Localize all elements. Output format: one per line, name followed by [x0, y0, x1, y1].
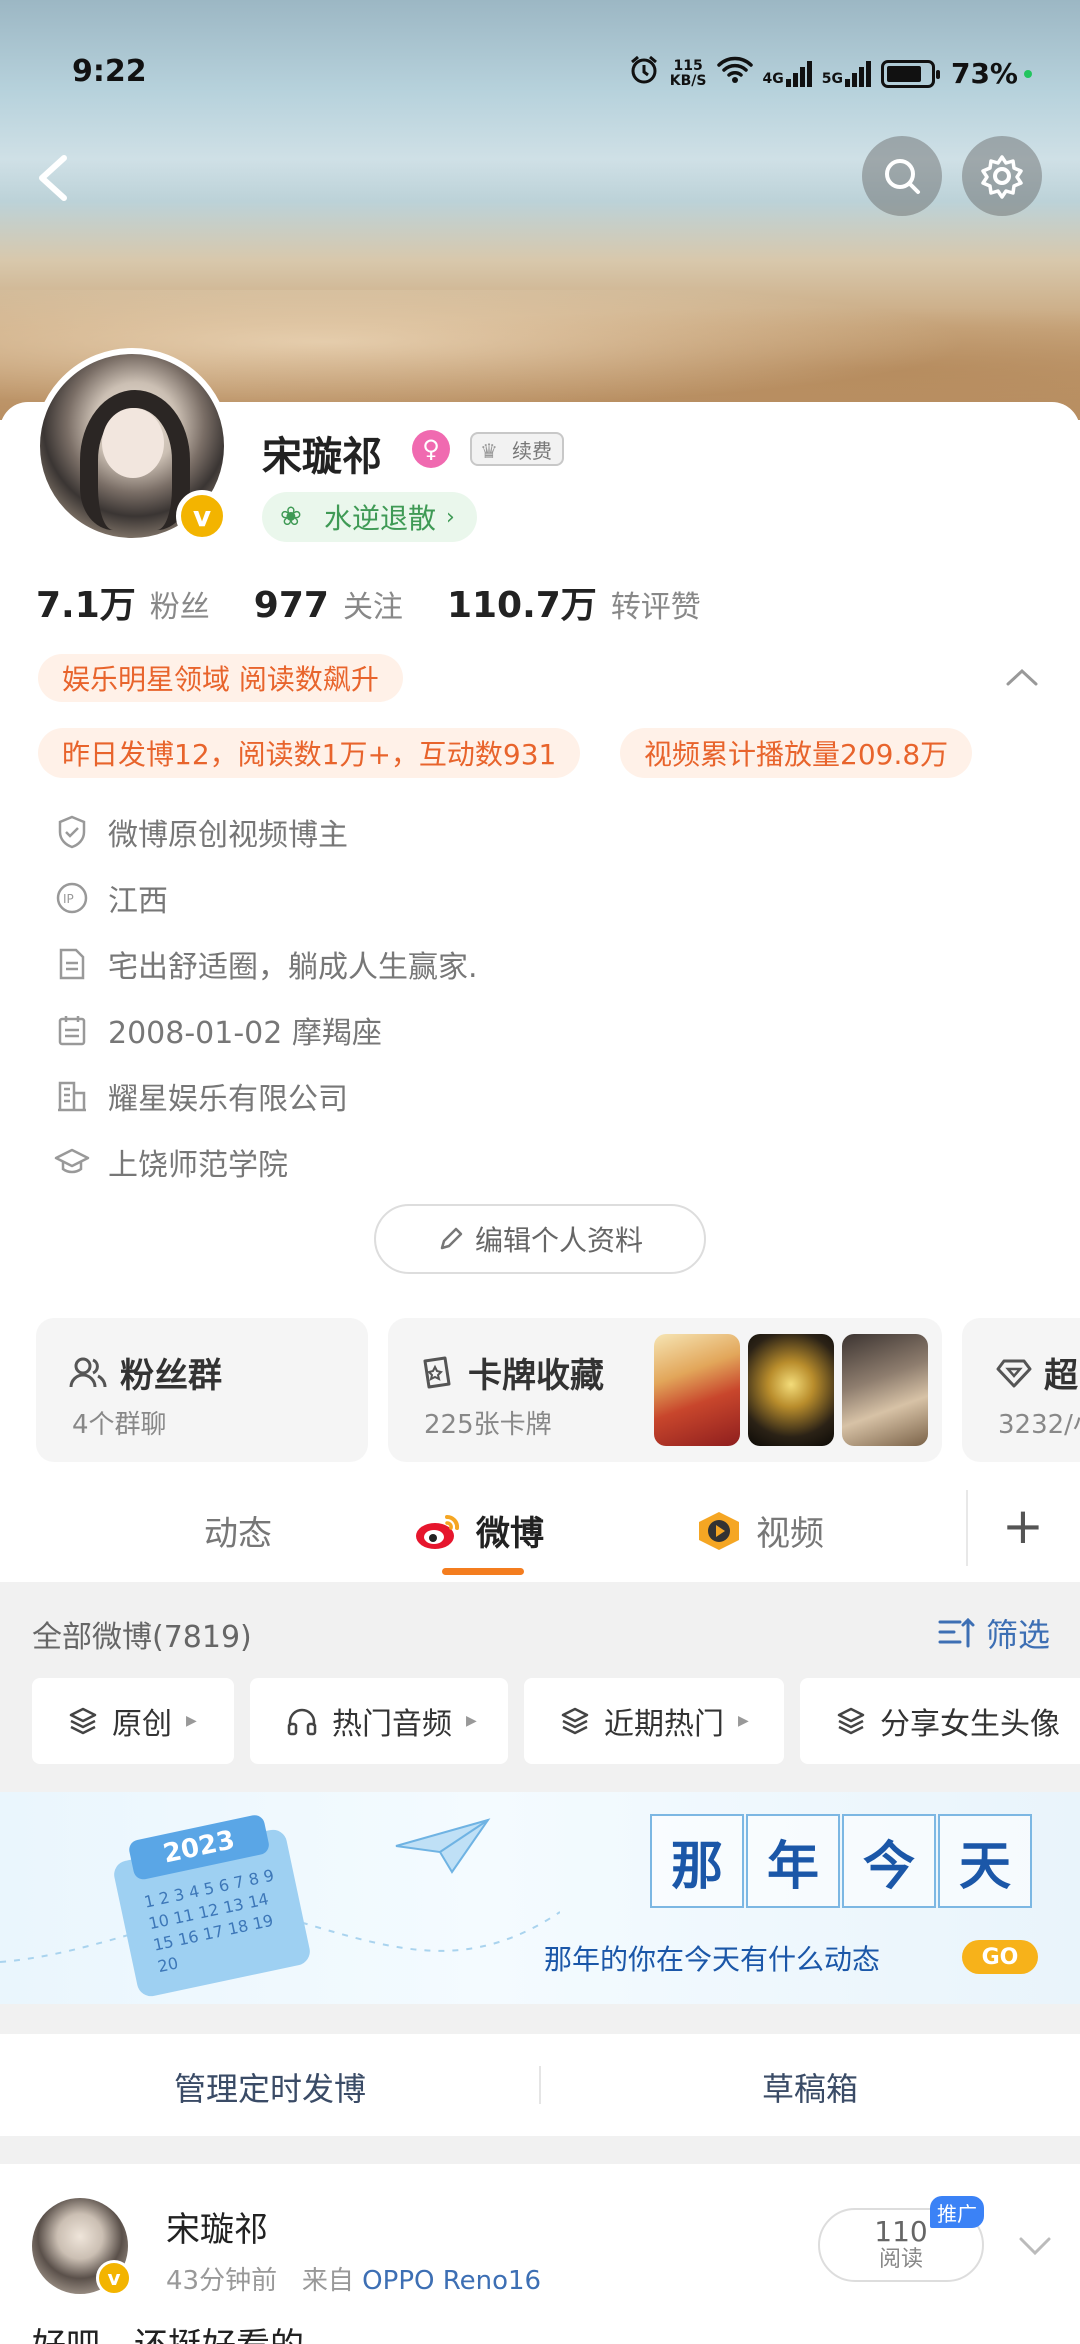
go-button[interactable]: GO [962, 1940, 1038, 1974]
paper-plane-icon [395, 1818, 491, 1874]
promote-badge[interactable]: 推广 [930, 2196, 984, 2228]
profile-tag-pill[interactable]: ❀ 水逆退散 › [262, 492, 477, 542]
info-certification: 微博原创视频博主 [54, 810, 348, 854]
headphones-icon [287, 1708, 317, 1736]
wifi-icon [716, 56, 753, 91]
on-this-day-banner[interactable]: 2023 1 2 3 4 5 6 7 8 9 10 11 12 13 14 15… [0, 1792, 1080, 2004]
card-thumbnail-2[interactable] [748, 1334, 834, 1446]
card-thumbnail-3[interactable] [842, 1334, 928, 1446]
battery-icon [880, 59, 940, 88]
fans-group-card[interactable]: 粉丝群 4个群聊 [36, 1318, 368, 1462]
chip-original[interactable]: 原创 ▶ [32, 1678, 234, 1764]
super-topic-card[interactable]: 超 3232/小 [962, 1318, 1080, 1462]
info-bio: 宅出舒适圈，躺成人生赢家. [54, 942, 478, 986]
banner-subtitle: 那年的你在今天有什么动态 [544, 1943, 881, 1976]
video-views-pill[interactable]: 视频累计播放量209.8万 [620, 728, 973, 778]
chip-hot-audio[interactable]: 热门音频 ▶ [250, 1678, 508, 1764]
filter-button[interactable]: 筛选 [938, 1610, 1050, 1656]
signal-4g-icon: 4G [763, 60, 812, 87]
profile-screen: 9:22 115 KB/S 4G 5G 73% v 宋璇祁 ♀ ♛ 续费 ❀ 水逆退散… [0, 0, 1080, 2344]
edit-profile-button[interactable]: 编辑个人资料 [374, 1204, 706, 1274]
graduation-cap-icon [54, 1144, 90, 1180]
activity-pill[interactable]: 昨日发博12，阅读数1万+，互动数931 [38, 728, 581, 778]
settings-button[interactable] [962, 136, 1042, 216]
tab-video[interactable]: 视频 [694, 1506, 824, 1555]
chevron-right-icon: › [446, 504, 455, 530]
card-thumbnail-1[interactable] [654, 1334, 740, 1446]
layers-icon [69, 1707, 97, 1735]
battery-level: 73% [950, 57, 1018, 90]
info-birthday: 2008-01-02 摩羯座 [54, 1008, 382, 1052]
tab-dynamic[interactable]: 动态 [204, 1506, 272, 1555]
likes-count[interactable]: 110.7万 [447, 576, 597, 628]
all-weibo-count: 全部微博(7819) [32, 1620, 252, 1655]
status-time: 9:22 [72, 54, 147, 89]
document-icon [54, 946, 90, 982]
weibo-icon [416, 1514, 460, 1549]
verified-badge-icon: v [96, 2260, 132, 2296]
ip-icon: IP [54, 880, 90, 916]
gear-icon [981, 155, 1023, 199]
signal-5g-icon: 5G [822, 60, 871, 87]
caret-right-icon: ▶ [466, 1713, 477, 1729]
post-meta: 43分钟前 来自 OPPO Reno16 [166, 2266, 542, 2296]
info-company: 耀星娱乐有限公司 [54, 1074, 348, 1118]
female-icon: ♀ [412, 430, 450, 468]
info-school: 上饶师范学院 [54, 1140, 288, 1184]
chip-share-avatars[interactable]: 分享女生头像 [800, 1678, 1080, 1764]
lotus-icon: ❀ [280, 502, 302, 532]
crown-icon: ♛ [480, 439, 498, 463]
shield-icon [54, 814, 90, 850]
layers-icon [561, 1707, 589, 1735]
banner-char: 天 [938, 1814, 1032, 1908]
chevron-up-icon [1006, 668, 1038, 686]
banner-char: 那 [650, 1814, 744, 1908]
pencil-icon [440, 1227, 463, 1250]
manage-bar: 管理定时发博 草稿箱 [0, 2034, 1080, 2136]
caret-right-icon: ▶ [186, 1713, 197, 1729]
status-bar: 9:22 115 KB/S 4G 5G 73% [0, 40, 1080, 110]
post-author[interactable]: 宋璇祁 [166, 2202, 268, 2251]
filter-icon [938, 1617, 975, 1648]
active-tab-indicator [442, 1568, 524, 1575]
charging-dot-icon [1024, 69, 1032, 78]
info-ip-location: IP 江西 [54, 876, 168, 920]
following-count[interactable]: 977 [254, 585, 329, 626]
group-icon [69, 1357, 107, 1387]
followers-count[interactable]: 7.1万 [36, 576, 136, 628]
banner-char: 今 [842, 1814, 936, 1908]
svg-text:IP: IP [63, 892, 74, 906]
drafts-button[interactable]: 草稿箱 [540, 2064, 1080, 2110]
chevron-down-icon[interactable] [1018, 2234, 1052, 2258]
caret-right-icon: ▶ [738, 1713, 749, 1729]
network-speed: 115 KB/S [669, 57, 707, 89]
add-tab-button[interactable]: + [1002, 1501, 1044, 1551]
card-star-icon [423, 1356, 451, 1388]
building-icon [54, 1078, 90, 1114]
chip-recent-hot[interactable]: 近期热门 ▶ [524, 1678, 784, 1764]
verified-badge-icon: v [176, 490, 228, 542]
profile-tabs: 动态 微博 视频 + [0, 1476, 1080, 1580]
banner-char: 年 [746, 1814, 840, 1908]
collapse-button[interactable] [1004, 662, 1040, 692]
layers-icon [837, 1707, 865, 1735]
scheduled-posts-button[interactable]: 管理定时发博 [0, 2064, 540, 2110]
profile-name: 宋璇祁 [262, 434, 382, 480]
search-button[interactable] [862, 136, 942, 216]
diamond-icon [996, 1359, 1032, 1387]
back-button[interactable] [30, 148, 76, 208]
alarm-icon [628, 54, 660, 93]
domain-tag[interactable]: 娱乐明星领域 阅读数飙升 [38, 654, 403, 702]
post-text: 好吧，还挺好看的 [32, 2318, 304, 2344]
profile-stats: 7.1万 粉丝 977 关注 110.7万 转评赞 [36, 576, 745, 628]
tab-weibo[interactable]: 微博 [414, 1506, 544, 1555]
calendar-icon [54, 1012, 90, 1048]
search-icon [885, 159, 920, 194]
video-play-icon [699, 1511, 739, 1550]
vip-renew-badge[interactable]: ♛ 续费 [470, 432, 564, 466]
post-card: v 宋璇祁 43分钟前 来自 OPPO Reno16 110阅读 推广 好吧，还… [0, 2164, 1080, 2344]
